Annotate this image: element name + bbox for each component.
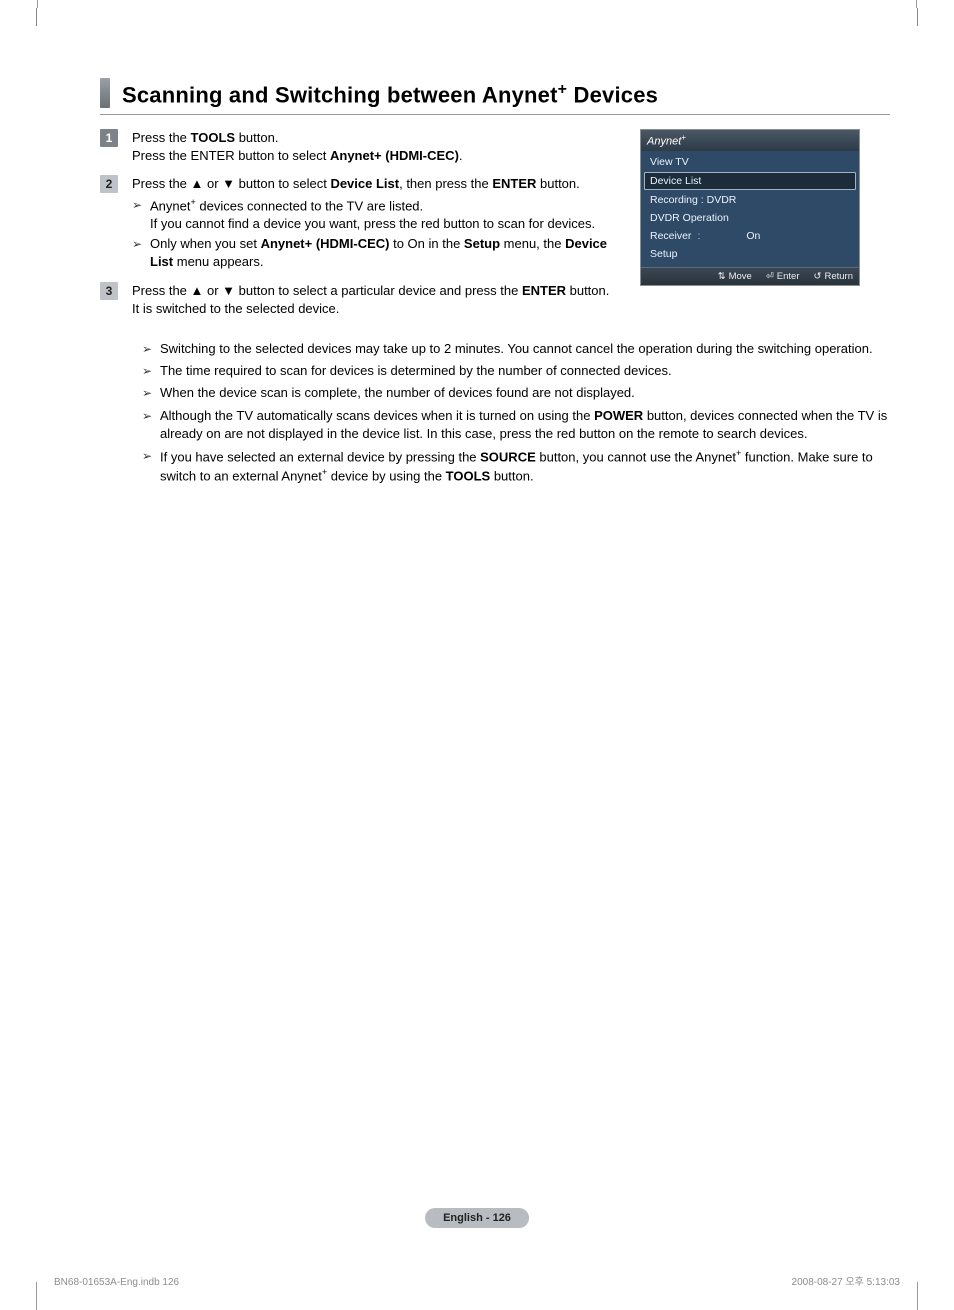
osd-item-value: On (746, 230, 760, 242)
notes-wrap: ➢Switching to the selected devices may t… (100, 340, 890, 486)
osd-item[interactable]: View TV (644, 153, 856, 171)
step-number: 2 (100, 175, 122, 271)
osd-footer: ⇅Move ⏎Enter ↺Return (641, 267, 859, 285)
step-number-label: 2 (100, 175, 118, 193)
note-text: The time required to scan for devices is… (160, 362, 902, 380)
step-sublist: ➢Anynet+ devices connected to the TV are… (132, 196, 620, 272)
step: 1 Press the TOOLS button.Press the ENTER … (100, 129, 620, 165)
content-area: Scanning and Switching between Anynet+ D… (100, 78, 890, 490)
osd-item-colon: : (697, 230, 700, 242)
enter-icon: ⏎ (766, 271, 774, 282)
osd-item[interactable]: Setup (644, 245, 856, 263)
osd-item[interactable]: Device List (644, 172, 856, 190)
step: 3 Press the ▲ or ▼ button to select a par… (100, 282, 620, 318)
title-text-a: Scanning and Switching between Anynet (122, 82, 558, 107)
osd-item-label: Setup (650, 248, 677, 260)
osd-frame: Anynet+ View TV Device List Recording : DV… (640, 129, 860, 286)
title-row: Scanning and Switching between Anynet+ D… (100, 78, 890, 108)
notes: ➢Switching to the selected devices may t… (142, 340, 902, 486)
step-text: Press the ▲ or ▼ button to select a part… (132, 282, 620, 318)
page-title: Scanning and Switching between Anynet+ D… (122, 81, 658, 108)
osd-brand-text: Anynet (647, 136, 681, 148)
step-text: Press the ▲ or ▼ button to select Device… (132, 175, 620, 271)
steps: 1 Press the TOOLS button.Press the ENTER … (100, 129, 620, 318)
title-accent-bar (100, 78, 110, 108)
step-sub-text: Only when you set Anynet+ (HDMI-CEC) to … (150, 235, 620, 271)
arrow-icon: ➢ (132, 196, 150, 234)
arrow-icon: ➢ (142, 407, 160, 443)
note-text: Switching to the selected devices may ta… (160, 340, 902, 358)
crop-mark (900, 8, 918, 26)
note-item: ➢When the device scan is complete, the n… (142, 384, 902, 402)
osd-item[interactable]: Receiver: On (644, 227, 856, 245)
osd-hint-return: ↺Return (814, 271, 853, 282)
osd-item-label: DVDR Operation (650, 212, 729, 224)
updown-icon: ⇅ (718, 271, 726, 282)
body: 1 Press the TOOLS button.Press the ENTER … (100, 129, 890, 486)
osd-item[interactable]: Recording : DVDR (644, 191, 856, 209)
note-item: ➢Switching to the selected devices may t… (142, 340, 902, 358)
arrow-icon: ➢ (142, 362, 160, 380)
title-divider (100, 114, 890, 115)
note-item: ➢If you have selected an external device… (142, 447, 902, 486)
note-text: If you have selected an external device … (160, 447, 902, 486)
osd-item-label: View TV (650, 156, 689, 168)
step-number: 3 (100, 282, 122, 318)
osd-brand: Anynet+ (641, 130, 859, 151)
page: Scanning and Switching between Anynet+ D… (0, 0, 954, 1310)
osd-hint-enter: ⏎Enter (766, 271, 800, 282)
osd-list: View TV Device List Recording : DVDR DVDR O… (641, 151, 859, 267)
title-text-b: Devices (567, 82, 658, 107)
note-item: ➢Although the TV automatically scans dev… (142, 407, 902, 443)
crop-mark (36, 8, 54, 26)
note-item: ➢The time required to scan for devices i… (142, 362, 902, 380)
plus-icon: + (681, 133, 686, 142)
print-meta-right: 2008-08-27 오후 5:13:03 (792, 1273, 900, 1288)
arrow-icon: ➢ (142, 384, 160, 402)
page-number-pill: English - 126 (425, 1208, 529, 1228)
step-sub-item: ➢Only when you set Anynet+ (HDMI-CEC) to… (132, 235, 620, 271)
plus-icon: + (558, 81, 568, 98)
osd-menu: Anynet+ View TV Device List Recording : DV… (640, 129, 860, 286)
step-sub-text: Anynet+ devices connected to the TV are … (150, 196, 620, 234)
arrow-icon: ➢ (132, 235, 150, 271)
step-number-label: 1 (100, 129, 118, 147)
crop-mark (36, 1264, 54, 1282)
osd-hint-move: ⇅Move (718, 271, 752, 282)
step-sub-item: ➢Anynet+ devices connected to the TV are… (132, 196, 620, 234)
note-text: Although the TV automatically scans devi… (160, 407, 902, 443)
osd-item-label: Recording : DVDR (650, 194, 736, 206)
osd-hint-enter-label: Enter (777, 271, 800, 282)
note-text: When the device scan is complete, the nu… (160, 384, 902, 402)
osd-item[interactable]: DVDR Operation (644, 209, 856, 227)
step: 2 Press the ▲ or ▼ button to select Devic… (100, 175, 620, 271)
print-meta-left: BN68-01653A-Eng.indb 126 (54, 1277, 179, 1288)
step-number: 1 (100, 129, 122, 165)
osd-hint-move-label: Move (729, 271, 752, 282)
arrow-icon: ➢ (142, 340, 160, 358)
step-text: Press the TOOLS button.Press the ENTER b… (132, 129, 463, 165)
step-number-label: 3 (100, 282, 118, 300)
osd-hint-return-label: Return (824, 271, 853, 282)
return-icon: ↺ (814, 271, 822, 282)
osd-item-label: Device List (650, 175, 701, 187)
crop-mark (900, 1264, 918, 1282)
osd-item-label: Receiver (650, 230, 691, 242)
arrow-icon: ➢ (142, 447, 160, 486)
